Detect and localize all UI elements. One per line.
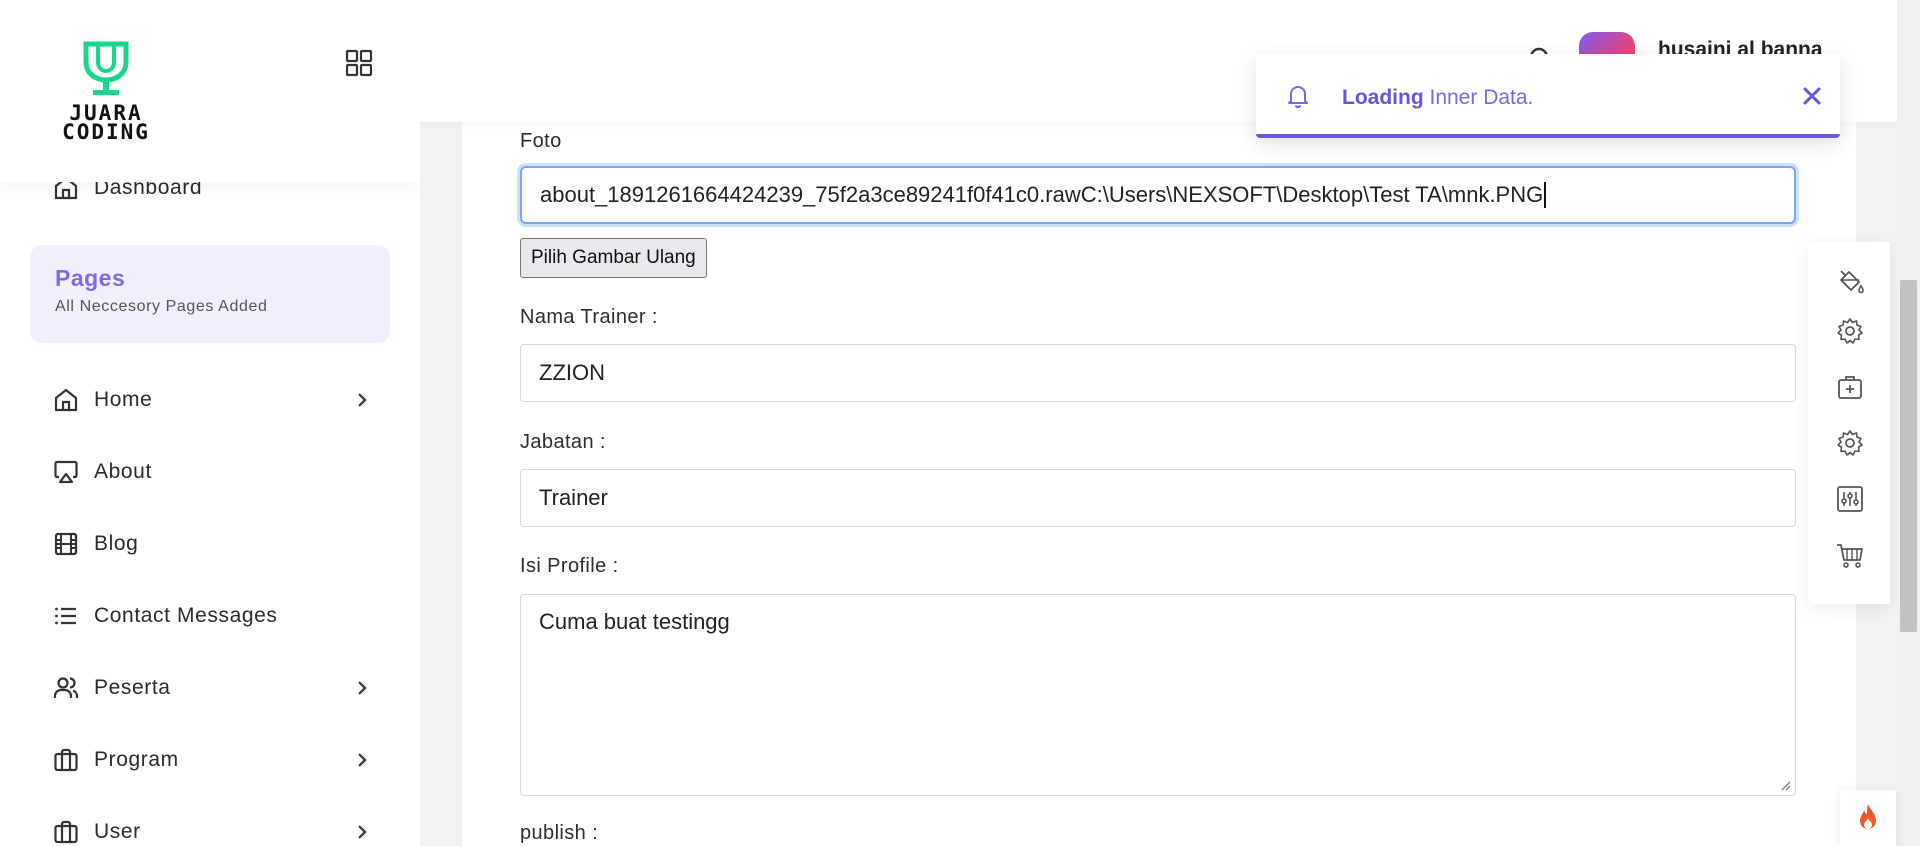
- gear-icon[interactable]: [1835, 428, 1865, 458]
- close-icon[interactable]: [1800, 84, 1824, 108]
- chevron-right-icon: [352, 750, 372, 770]
- sidebar-item-label: About: [94, 460, 152, 483]
- toast-message: Loading Inner Data.: [1342, 86, 1533, 110]
- airplay-icon: [52, 458, 80, 486]
- sidebar-brand: JUARA CODING: [0, 0, 420, 182]
- bell-icon: [1286, 83, 1310, 114]
- sidebar-item-label: Contact Messages: [94, 604, 278, 627]
- sliders-icon[interactable]: [1835, 484, 1865, 514]
- foto-label: Foto: [520, 130, 562, 152]
- briefcase-icon: [52, 746, 80, 774]
- film-icon: [52, 530, 80, 558]
- sidebar-item-label: Blog: [94, 532, 139, 555]
- foto-path-input[interactable]: about_1891261664424239_75f2a3ce89241f0f4…: [520, 166, 1796, 224]
- isi-profile-label: Isi Profile :: [520, 555, 619, 577]
- pages-card-subtitle: All Neccesory Pages Added: [55, 298, 268, 315]
- cart-icon[interactable]: [1835, 540, 1865, 570]
- isi-profile-textarea[interactable]: Cuma buat testingg: [520, 594, 1796, 796]
- list-icon: [52, 602, 80, 630]
- chevron-right-icon: [352, 678, 372, 698]
- trophy-logo-icon: [83, 41, 129, 95]
- flame-icon: [1860, 804, 1876, 829]
- flame-button[interactable]: [1840, 790, 1896, 846]
- pages-card: Pages All Neccesory Pages Added: [30, 245, 390, 343]
- toast-message-bold: Loading: [1342, 86, 1424, 109]
- sidebar-item-label: Home: [94, 388, 153, 411]
- chevron-right-icon: [352, 390, 372, 410]
- sidebar-item-program[interactable]: Program: [52, 740, 372, 780]
- pages-card-title: Pages: [55, 265, 126, 291]
- trainer-form-card: Foto about_1891261664424239_75f2a3ce8924…: [462, 122, 1856, 846]
- sidebar-item-label: Program: [94, 748, 179, 771]
- text-caret: [1544, 182, 1546, 208]
- sidebar-item-label: Peserta: [94, 676, 171, 699]
- jabatan-label: Jabatan :: [520, 431, 606, 453]
- users-icon: [52, 674, 80, 702]
- logo-text-line2: CODING: [62, 120, 150, 144]
- publish-label: publish :: [520, 822, 599, 844]
- isi-profile-value: Cuma buat testingg: [539, 609, 730, 634]
- sidebar: JUARA CODING Dashboard Pages All Necceso…: [0, 0, 420, 846]
- foto-path-value: about_1891261664424239_75f2a3ce89241f0f4…: [540, 182, 1544, 207]
- juara-coding-logo[interactable]: JUARA CODING: [48, 40, 164, 144]
- gear-icon[interactable]: [1835, 316, 1865, 346]
- sidebar-item-peserta[interactable]: Peserta: [52, 668, 372, 708]
- grid-menu-icon[interactable]: [344, 48, 374, 78]
- home-icon: [52, 386, 80, 414]
- jabatan-input[interactable]: Trainer: [520, 469, 1796, 527]
- customizer-tool-panel: [1808, 242, 1890, 604]
- sidebar-item-label: User: [94, 820, 141, 843]
- page-scrollbar-thumb[interactable]: [1900, 280, 1917, 632]
- sidebar-item-user[interactable]: User: [52, 812, 372, 846]
- sidebar-item-contact-messages[interactable]: Contact Messages: [52, 596, 372, 636]
- chevron-right-icon: [352, 822, 372, 842]
- sidebar-item-blog[interactable]: Blog: [52, 524, 372, 564]
- resize-handle-icon[interactable]: [1779, 779, 1791, 791]
- toast-message-text: Inner Data.: [1423, 86, 1534, 109]
- pick-image-again-button[interactable]: Pilih Gambar Ulang: [520, 238, 707, 278]
- nama-trainer-label: Nama Trainer :: [520, 306, 658, 328]
- sidebar-item-about[interactable]: About: [52, 452, 372, 492]
- paint-bucket-icon[interactable]: [1835, 266, 1865, 296]
- loading-toast: Loading Inner Data.: [1256, 54, 1840, 138]
- nama-trainer-input[interactable]: ZZION: [520, 344, 1796, 402]
- sidebar-item-home[interactable]: Home: [52, 380, 372, 420]
- briefcase-icon: [52, 818, 80, 846]
- medical-box-icon[interactable]: [1835, 372, 1865, 402]
